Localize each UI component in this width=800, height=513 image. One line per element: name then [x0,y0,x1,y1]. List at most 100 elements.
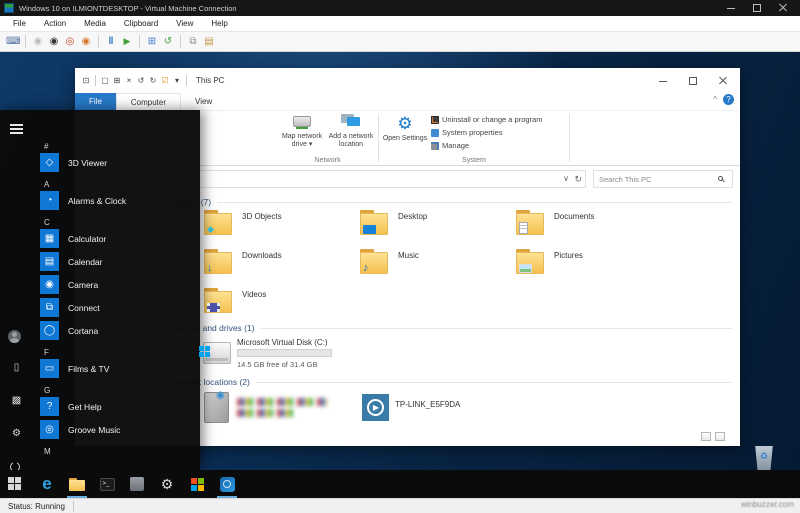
open-settings-button[interactable]: ⚙ Open Settings [381,114,429,143]
start-vm-icon[interactable]: ◉ [31,36,45,47]
search-box[interactable] [593,170,733,188]
map-network-drive-button[interactable]: Map network drive ▾ [278,114,326,149]
enhanced-session-icon[interactable]: ⧉ [186,36,200,47]
start-app-tile[interactable]: ◯ [40,321,59,340]
help-icon[interactable]: ? [723,94,734,105]
start-app-tile[interactable]: ◉ [40,275,59,294]
vm-close-button[interactable] [770,0,796,16]
vm-minimize-button[interactable] [718,0,744,16]
delete-icon[interactable]: × [123,76,135,85]
folder-item[interactable]: ↓ Downloads [204,245,360,284]
user-avatar[interactable] [8,330,21,343]
manage-button[interactable]: Manage [431,141,469,150]
folder-item[interactable]: Videos [204,284,360,323]
pictures-icon[interactable]: ▩ [9,395,24,406]
shutdown-icon[interactable]: ◎ [63,36,77,47]
start-app-tile[interactable]: ◇ [40,153,59,172]
tab-computer[interactable]: Computer [115,93,182,111]
ribbon-collapse-icon[interactable]: ^ [713,95,717,104]
explorer-maximize-button[interactable] [678,68,708,93]
system-properties-button[interactable]: System properties [431,128,502,137]
settings-icon[interactable]: ⚙ [9,428,24,439]
explorer-minimize-button[interactable] [648,68,678,93]
refresh-icon[interactable]: ↻ [574,174,582,185]
taskbar-edge-button[interactable]: e [32,470,62,498]
taskbar-command-prompt-button[interactable]: >_ [92,470,122,498]
address-bar[interactable]: ∨ ↻ [168,170,586,188]
taskbar-file-explorer-button[interactable] [62,470,92,498]
start-menu-item[interactable]: A [40,174,195,189]
vm-menu-item[interactable]: File [4,16,35,32]
start-app-tile[interactable]: ? [40,397,59,416]
start-app-tile[interactable]: ▭ [40,359,59,378]
folder-item[interactable]: Pictures [516,245,672,284]
uninstall-program-button[interactable]: Uninstall or change a program [431,115,542,124]
turn-off-icon[interactable]: ◉ [47,36,61,47]
resume-icon[interactable]: ▶ [120,36,134,47]
tab-file[interactable]: File [75,93,116,111]
start-menu-item[interactable]: C [40,212,195,227]
vm-menu-item[interactable]: View [167,16,202,32]
undo-icon[interactable]: ↺ [135,76,147,85]
start-menu-item[interactable]: ◎ Groove Music [40,418,195,441]
system-menu-icon[interactable]: ⊡ [80,76,92,85]
hamburger-icon[interactable] [10,124,23,134]
checkbox-icon[interactable]: ☑ [159,76,171,85]
start-menu-item[interactable]: ▭ Films & TV [40,357,195,380]
section-header-network[interactable]: Network locations (2) [170,377,732,387]
details-view-icon[interactable] [701,432,711,441]
documents-icon[interactable]: ▯ [9,362,24,373]
start-menu-item[interactable]: M [40,441,195,456]
taskbar-app-button[interactable] [122,470,152,498]
start-menu-item[interactable]: ◯ Cortana [40,319,195,342]
start-app-tile[interactable]: ◔ [40,191,59,210]
folder-label: Downloads [242,251,282,260]
thumbnail-view-icon[interactable] [715,432,725,441]
ctrl-alt-del-icon[interactable]: ⌨ [6,36,20,47]
taskbar-app2-button[interactable] [212,470,242,498]
save-state-icon[interactable]: ◉ [79,36,93,47]
folder-item[interactable]: Desktop [360,206,516,245]
address-dropdown-icon[interactable]: ∨ [563,174,569,183]
pause-icon[interactable]: ‖ [104,36,118,47]
start-menu-item[interactable]: # [40,136,195,151]
vm-menu-item[interactable]: Media [75,16,115,32]
start-menu-item[interactable]: ◉ Camera [40,273,195,296]
properties-icon[interactable]: ▢ [99,76,111,85]
vm-menu-item[interactable]: Help [202,16,236,32]
revert-icon[interactable]: ↺ [161,36,175,47]
section-header-devices[interactable]: Devices and drives (1) [170,323,732,333]
folder-overlay-icon [207,303,220,312]
share-icon[interactable]: ▤ [202,36,216,47]
start-app-tile[interactable]: ▤ [40,252,59,271]
new-folder-icon[interactable]: ⊞ [111,76,123,85]
start-app-tile[interactable]: ◎ [40,420,59,439]
start-menu-item[interactable]: ◔ Alarms & Clock [40,189,195,212]
start-button[interactable] [8,477,21,490]
start-menu-item[interactable]: ? Get Help [40,395,195,418]
folder-item[interactable]: Documents [516,206,672,245]
search-input[interactable] [599,173,714,186]
folder-item[interactable]: ◆ 3D Objects [204,206,360,245]
start-menu-item[interactable]: ◇ 3D Viewer [40,151,195,174]
start-menu-item[interactable]: G [40,380,195,395]
vm-menu-item[interactable]: Action [35,16,75,32]
vm-menu-item[interactable]: Clipboard [115,16,167,32]
start-menu-item[interactable]: F [40,342,195,357]
start-menu-item[interactable]: ⧉ Connect [40,296,195,319]
start-menu-item[interactable]: ▤ Calendar [40,250,195,273]
folder-item[interactable]: ♪ Music [360,245,516,284]
explorer-close-button[interactable] [708,68,738,93]
vm-maximize-button[interactable] [744,0,770,16]
checkpoint-icon[interactable]: ⊞ [145,36,159,47]
tab-view[interactable]: View [181,93,226,111]
qat-dropdown-icon[interactable]: ▾ [171,76,183,85]
start-app-tile[interactable]: ▦ [40,229,59,248]
search-icon[interactable] [718,176,723,181]
start-app-tile[interactable]: ⧉ [40,298,59,317]
taskbar-settings-button[interactable]: ⚙ [152,470,182,498]
redo-icon[interactable]: ↻ [147,76,159,85]
add-network-location-button[interactable]: Add a network location [327,114,375,149]
start-menu-item[interactable]: ▦ Calculator [40,227,195,250]
taskbar-store-button[interactable] [182,470,212,498]
